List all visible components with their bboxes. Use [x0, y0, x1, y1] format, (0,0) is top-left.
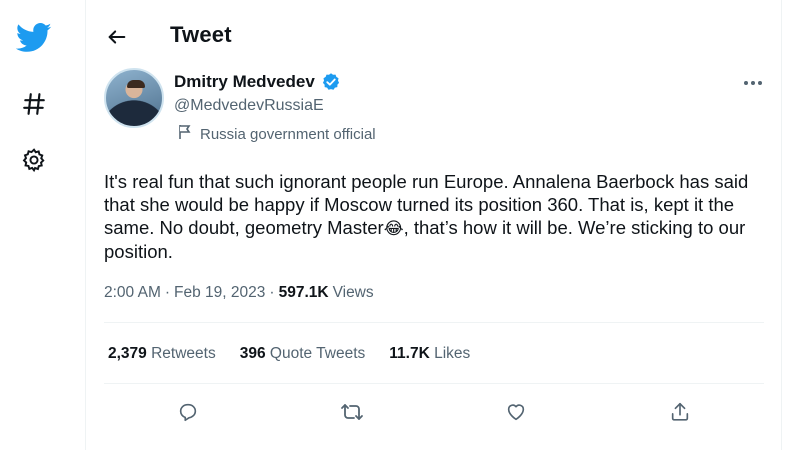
views-count[interactable]: 597.1K: [279, 284, 329, 302]
author-name[interactable]: Dmitry Medvedev: [174, 72, 315, 92]
tweet-date[interactable]: Feb 19, 2023: [174, 284, 265, 302]
heart-icon[interactable]: [500, 396, 532, 428]
retweets-stat[interactable]: 2,379 Retweets: [108, 345, 216, 363]
gear-icon[interactable]: [14, 140, 54, 180]
right-edge: [782, 0, 800, 450]
author-name-row[interactable]: Dmitry Medvedev: [174, 72, 341, 92]
likes-count: 11.7K: [389, 345, 430, 362]
page-title: Tweet: [170, 22, 232, 47]
tears-of-joy-emoji: 😂: [383, 219, 404, 238]
retweet-icon[interactable]: [336, 396, 368, 428]
page-header: Tweet: [86, 0, 782, 72]
tweet-meta: 2:00 AM · Feb 19, 2023 · 597.1K Views: [104, 284, 374, 302]
divider: [104, 383, 764, 384]
author-handle[interactable]: @MedvedevRussiaE: [174, 97, 324, 115]
government-label[interactable]: Russia government official: [178, 124, 376, 144]
flag-icon: [178, 124, 192, 144]
retweets-count: 2,379: [108, 345, 147, 362]
quote-tweets-stat[interactable]: 396 Quote Tweets: [240, 345, 366, 363]
more-dots-icon[interactable]: [738, 72, 768, 94]
meta-separator: ·: [164, 284, 171, 301]
likes-stat[interactable]: 11.7K Likes: [389, 345, 470, 363]
government-label-text: Russia government official: [200, 125, 376, 143]
quotes-label: Quote Tweets: [269, 345, 366, 362]
divider: [104, 322, 764, 323]
hashtag-icon[interactable]: [14, 84, 54, 124]
verified-badge-icon: [321, 72, 341, 92]
tweet-detail-column: Tweet Dmitry Medvedev @MedvedevRussiaE R…: [86, 0, 782, 450]
quotes-count: 396: [239, 345, 266, 362]
arrow-left-icon[interactable]: [100, 20, 134, 54]
tweet-actions: [86, 396, 782, 428]
views-label[interactable]: Views: [333, 284, 374, 302]
reply-bubble-icon[interactable]: [172, 396, 204, 428]
likes-label: Likes: [434, 345, 471, 362]
left-nav-rail: [0, 0, 86, 450]
retweets-label: Retweets: [151, 345, 216, 362]
avatar[interactable]: [104, 68, 164, 128]
engagement-stats: 2,379 Retweets 396 Quote Tweets 11.7K Li…: [108, 345, 470, 363]
tweet-time[interactable]: 2:00 AM: [104, 284, 161, 302]
share-icon[interactable]: [664, 396, 696, 428]
meta-separator: ·: [269, 284, 275, 301]
tweet-text: It's real fun that such ignorant people …: [104, 170, 754, 263]
twitter-bird-icon[interactable]: [14, 18, 54, 58]
